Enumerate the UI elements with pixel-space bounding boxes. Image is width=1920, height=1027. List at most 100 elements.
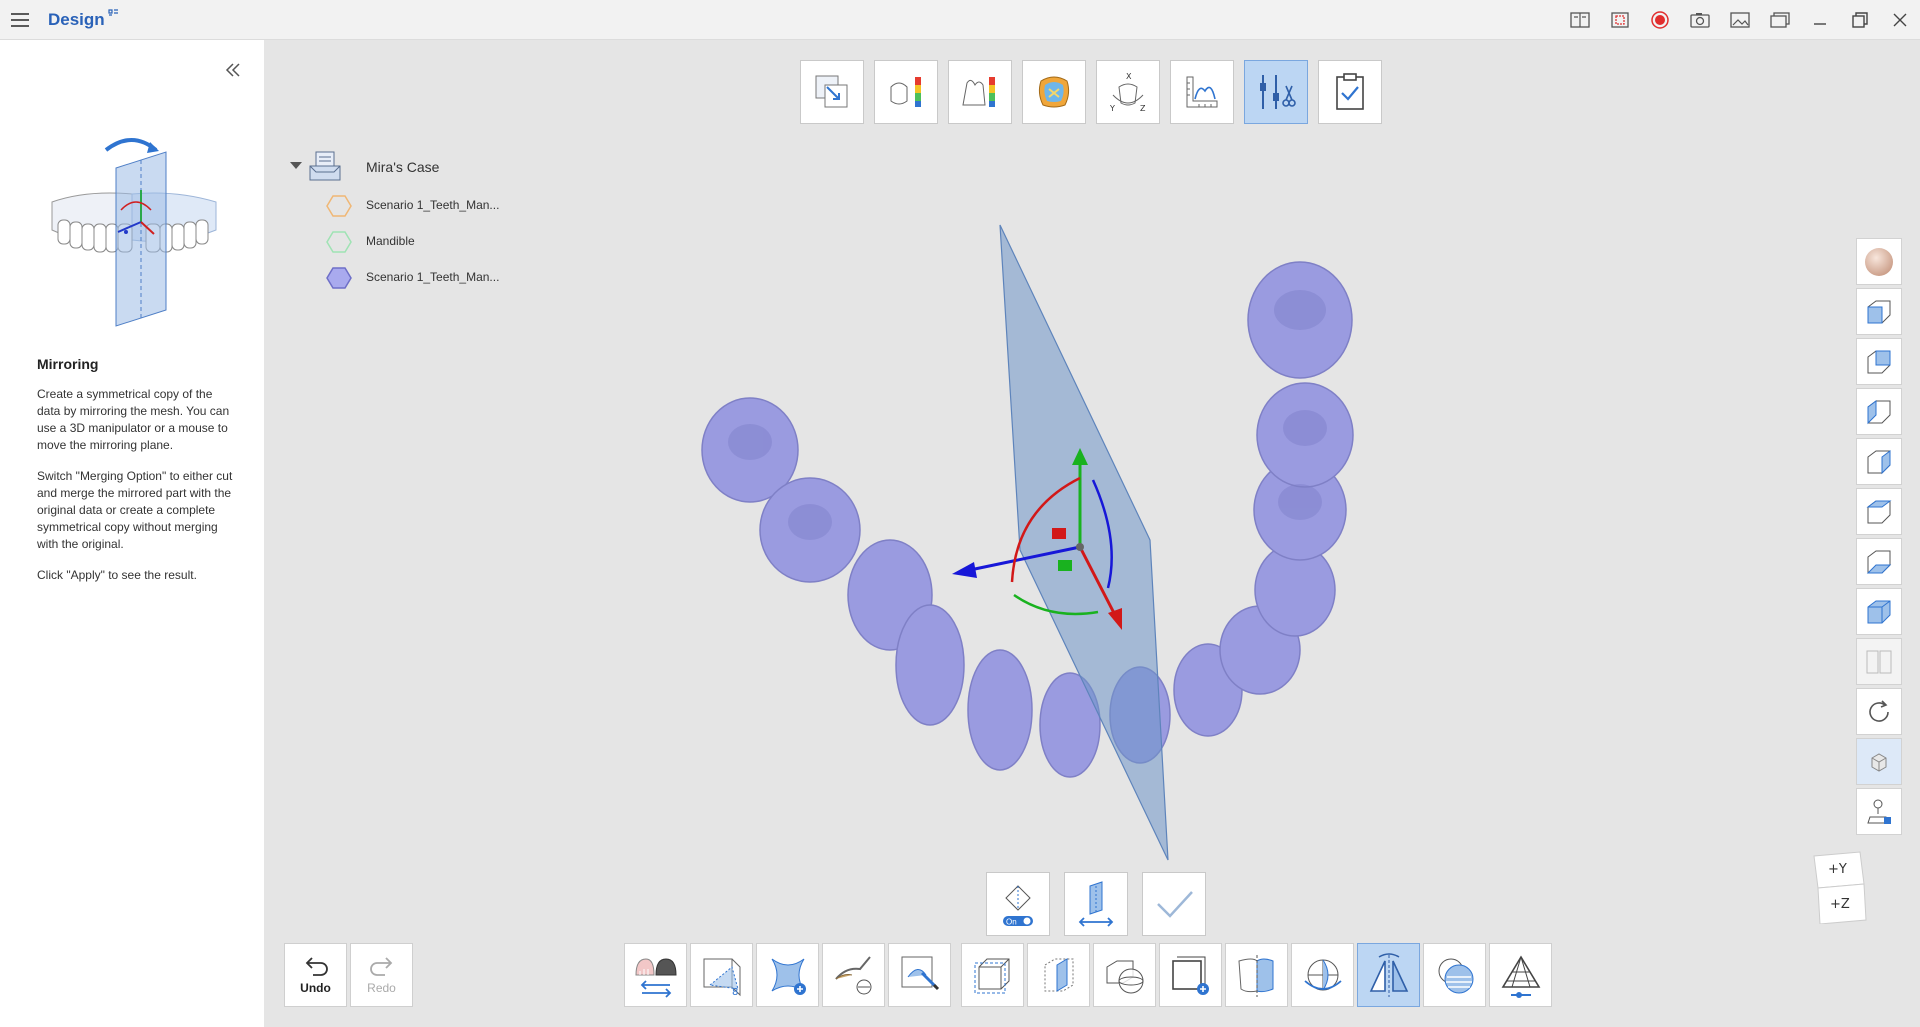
- minimize-icon[interactable]: [1800, 0, 1840, 40]
- panel-paragraph: Click "Apply" to see the result.: [37, 568, 197, 582]
- undo-label: Undo: [300, 981, 331, 995]
- visibility-hexagon-icon[interactable]: [326, 267, 352, 289]
- screen-capture-icon[interactable]: [1600, 0, 1640, 40]
- svg-text:Z: Z: [1140, 104, 1146, 113]
- right-view-toolbar: [1856, 238, 1902, 835]
- collapse-panel-icon[interactable]: [220, 58, 244, 82]
- case-icon: [308, 150, 342, 182]
- gallery-icon[interactable]: [1760, 0, 1800, 40]
- tree-item-mandible[interactable]: Mandible: [326, 228, 576, 254]
- merging-option-toggle[interactable]: On: [986, 872, 1050, 936]
- tree-item-scenario-upper[interactable]: Scenario 1_Teeth_Man...: [326, 192, 576, 218]
- close-icon[interactable]: [1880, 0, 1920, 40]
- texture-button[interactable]: [1423, 943, 1486, 1007]
- smooth-button[interactable]: [822, 943, 885, 1007]
- 3d-viewport[interactable]: [640, 210, 1400, 890]
- expand-arrow-icon[interactable]: [290, 162, 302, 169]
- remesh-button[interactable]: [1489, 943, 1552, 1007]
- box-icon: [1871, 752, 1887, 772]
- redo-label: Redo: [367, 981, 396, 995]
- svg-text:X: X: [1126, 72, 1132, 81]
- shell-icon: [1044, 958, 1073, 992]
- clipping-box-button[interactable]: [1856, 738, 1902, 785]
- menu-icon[interactable]: [8, 8, 32, 32]
- redo-button[interactable]: Redo: [350, 943, 413, 1007]
- view-front-button[interactable]: [1856, 288, 1902, 335]
- swap-data-button[interactable]: [624, 943, 687, 1007]
- view-top-button[interactable]: [1856, 488, 1902, 535]
- scan-settings-button[interactable]: [1856, 788, 1902, 835]
- panel-paragraph: Switch "Merging Option" to either cut an…: [37, 469, 233, 551]
- distance-map-button[interactable]: [948, 60, 1012, 124]
- bottom-group-1: 8: [624, 943, 951, 1007]
- mirroring-button[interactable]: [1357, 943, 1420, 1007]
- undo-button[interactable]: Undo: [284, 943, 347, 1007]
- measure-button[interactable]: [1170, 60, 1234, 124]
- adjust-tools-button[interactable]: [1244, 60, 1308, 124]
- add-box-icon: [1171, 956, 1209, 995]
- boolean-button[interactable]: [1093, 943, 1156, 1007]
- transform-button[interactable]: [800, 60, 864, 124]
- fill-holes-button[interactable]: [756, 943, 819, 1007]
- top-toolbar: X Y Z: [800, 60, 1382, 124]
- svg-text:8: 8: [732, 987, 738, 998]
- remesh-icon: [1501, 955, 1540, 998]
- undo-icon: [305, 957, 328, 976]
- material-color-button[interactable]: [1856, 238, 1902, 285]
- cube-right-icon: [1867, 449, 1891, 474]
- mirroring-illustration: [46, 130, 222, 340]
- axis-orientation-button[interactable]: X Y Z: [1096, 60, 1160, 124]
- globe-rotate-icon: [1303, 959, 1342, 991]
- image-icon[interactable]: [1720, 0, 1760, 40]
- sphere-icon: [1865, 247, 1893, 276]
- tree-case-row[interactable]: Mira's Case: [288, 148, 548, 184]
- panel-description: Create a symmetrical copy of the data by…: [37, 386, 237, 598]
- fill-holes-icon: [771, 958, 806, 995]
- cube-front-icon: [1867, 300, 1891, 323]
- split-view-icon: [1866, 650, 1892, 673]
- cube-left-icon: [1867, 399, 1891, 424]
- split-button[interactable]: [1225, 943, 1288, 1007]
- add-shape-button[interactable]: [1159, 943, 1222, 1007]
- plane-cut-button[interactable]: 8: [690, 943, 753, 1007]
- rotation-button[interactable]: [1291, 943, 1354, 1007]
- view-back-button[interactable]: [1856, 338, 1902, 385]
- restore-icon[interactable]: [1840, 0, 1880, 40]
- undo-redo-group: Undo Redo: [284, 943, 413, 1007]
- complete-button[interactable]: [1318, 60, 1382, 124]
- axis-y-label: +Y: [1828, 862, 1847, 877]
- flip-plane-icon: [1078, 881, 1114, 927]
- shell-button[interactable]: [1027, 943, 1090, 1007]
- record-icon[interactable]: [1640, 0, 1680, 40]
- cube-back-icon: [1867, 350, 1891, 373]
- thickness-map-button[interactable]: [874, 60, 938, 124]
- visibility-hexagon-icon[interactable]: [326, 231, 352, 253]
- tree-item-scenario-lower[interactable]: Scenario 1_Teeth_Man...: [326, 264, 576, 290]
- crown-icon: [1038, 76, 1070, 108]
- view-perspective-button[interactable]: [1856, 588, 1902, 635]
- swap-teeth-icon: [634, 958, 677, 998]
- split-view-button[interactable]: [1856, 638, 1902, 685]
- help-book-icon[interactable]: [1560, 0, 1600, 40]
- reset-view-button[interactable]: [1856, 688, 1902, 735]
- view-left-button[interactable]: [1856, 388, 1902, 435]
- sculpt-button[interactable]: [888, 943, 951, 1007]
- camera-icon[interactable]: [1680, 0, 1720, 40]
- scanner-settings-icon: [1867, 799, 1891, 824]
- flip-plane-button[interactable]: [1064, 872, 1128, 936]
- left-panel: Mirroring Create a symmetrical copy of t…: [0, 40, 264, 1027]
- apply-button[interactable]: [1142, 872, 1206, 936]
- redo-icon: [369, 957, 392, 976]
- view-right-button[interactable]: [1856, 438, 1902, 485]
- tree-item-label: Mandible: [366, 234, 415, 248]
- visibility-hexagon-icon[interactable]: [326, 195, 352, 217]
- panel-title: Mirroring: [37, 356, 99, 372]
- axis-orientation-icon: X Y Z: [1109, 72, 1146, 113]
- bottom-toolbar: 8: [624, 943, 1562, 1007]
- view-bottom-button[interactable]: [1856, 538, 1902, 585]
- orientation-cube[interactable]: +Y +Z: [1812, 850, 1868, 924]
- tree-item-label: Scenario 1_Teeth_Man...: [366, 198, 500, 212]
- offset-button[interactable]: [961, 943, 1024, 1007]
- checklist-icon: [1336, 73, 1364, 110]
- occlusion-map-button[interactable]: [1022, 60, 1086, 124]
